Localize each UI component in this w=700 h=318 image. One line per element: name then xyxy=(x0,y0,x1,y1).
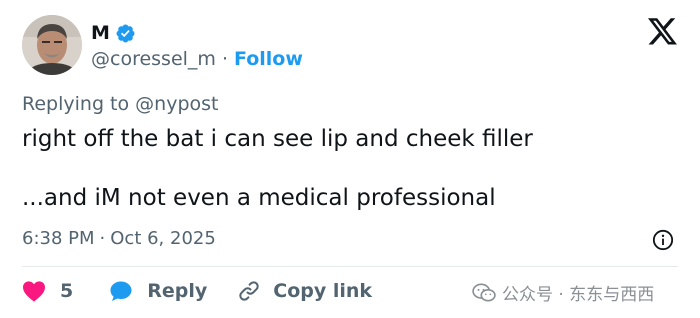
handle-separator: · xyxy=(221,48,228,70)
divider xyxy=(22,266,678,267)
reply-context: Replying to @nypost xyxy=(22,93,219,115)
like-count: 5 xyxy=(60,280,74,302)
tweet-time[interactable]: 6:38 PM xyxy=(22,228,95,249)
link-icon xyxy=(239,281,259,301)
watermark-text: 公众号 · 东东与西西 xyxy=(502,285,655,305)
action-bar: 5 Reply Copy link xyxy=(22,276,372,306)
wechat-icon xyxy=(472,283,496,302)
author-handle-row: @coressel_m · Follow xyxy=(91,48,303,70)
reply-label: Reply xyxy=(147,280,208,302)
avatar[interactable] xyxy=(22,15,82,75)
reply-bubble-icon xyxy=(110,281,132,301)
reply-to-handle[interactable]: @nypost xyxy=(135,93,218,115)
like-button[interactable]: 5 xyxy=(22,280,73,302)
tweet-card: M @coressel_m · Follow Replying to @nypo… xyxy=(0,0,700,318)
meta-separator: · xyxy=(99,228,106,249)
watermark: 公众号 · 东东与西西 xyxy=(472,280,654,305)
author-name-row: M xyxy=(91,20,136,46)
x-logo-icon[interactable] xyxy=(648,18,678,46)
tweet-text-line-1: right off the bat i can see lip and chee… xyxy=(22,126,533,152)
tweet-date[interactable]: Oct 6, 2025 xyxy=(110,228,216,249)
author-handle[interactable]: @coressel_m xyxy=(91,48,216,70)
tweet-text-line-2: ...and iM not even a medical professiona… xyxy=(22,185,496,211)
verified-badge-icon xyxy=(116,24,135,42)
copy-link-button[interactable]: Copy link xyxy=(237,279,372,303)
reply-button[interactable]: Reply xyxy=(109,279,207,303)
reply-prefix: Replying to xyxy=(22,93,130,115)
copy-link-label: Copy link xyxy=(273,280,373,302)
tweet-timestamp[interactable]: 6:38 PM · Oct 6, 2025 xyxy=(22,228,216,249)
follow-button[interactable]: Follow xyxy=(234,48,303,70)
author-name[interactable]: M xyxy=(91,22,110,44)
info-icon[interactable] xyxy=(652,229,674,251)
heart-icon xyxy=(23,281,45,302)
